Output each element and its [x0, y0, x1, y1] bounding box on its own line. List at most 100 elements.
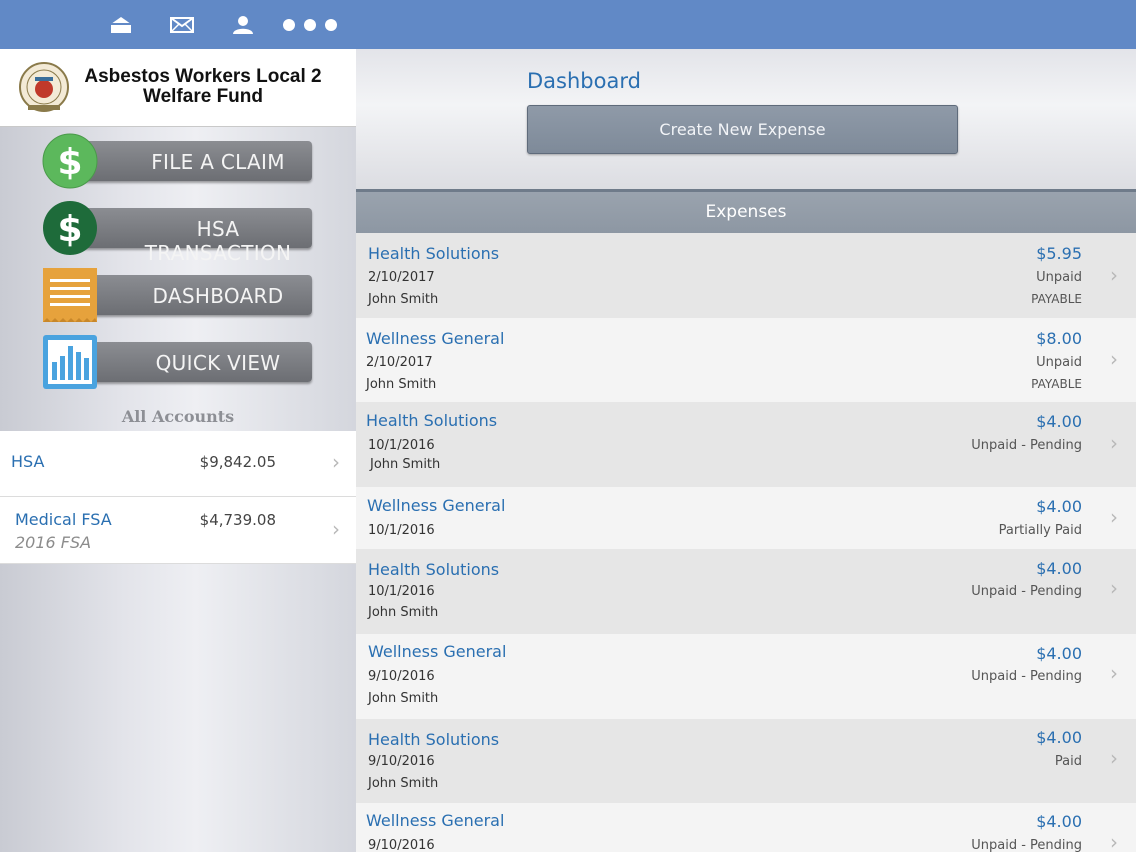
expense-amount: $8.00	[1036, 329, 1082, 348]
accounts-heading: All Accounts	[121, 407, 235, 426]
sidebar: Asbestos Workers Local 2 Welfare Fund FI…	[0, 49, 356, 852]
account-row-hsa[interactable]: HSA $9,842.05 ›	[0, 431, 356, 497]
file-a-claim-button[interactable]: FILE A CLAIM $	[42, 133, 312, 189]
user-icon[interactable]	[230, 12, 256, 38]
org-name-line1: Asbestos Workers Local 2	[84, 66, 322, 87]
expense-payee: Health Solutions	[366, 411, 498, 430]
chevron-right-icon: ›	[1110, 347, 1118, 371]
chevron-right-icon: ›	[1110, 263, 1118, 287]
dashboard-header: Dashboard Create New Expense	[356, 49, 1136, 189]
bar-chart-icon	[42, 334, 98, 390]
expense-person: John Smith	[368, 605, 439, 620]
dollar-icon: $	[42, 200, 98, 256]
expense-amount: $4.00	[1036, 559, 1082, 578]
expense-row[interactable]: Health Solutions 10/1/2016 John Smith $4…	[356, 549, 1136, 634]
main-content: Dashboard Create New Expense Expenses He…	[356, 49, 1136, 852]
org-header: Asbestos Workers Local 2 Welfare Fund	[0, 49, 356, 127]
menu-bar: QUICK VIEW	[74, 342, 312, 382]
account-name: Medical FSA	[15, 510, 112, 529]
expense-payee: Health Solutions	[368, 560, 500, 579]
home-icon[interactable]	[108, 12, 134, 38]
expenses-section-header: Expenses	[356, 189, 1136, 233]
expense-row[interactable]: Wellness General 9/10/2016 $4.00 Unpaid …	[356, 803, 1136, 852]
expense-date: 9/10/2016	[368, 838, 435, 852]
expense-status: Unpaid - Pending	[971, 438, 1082, 453]
expense-amount: $4.00	[1036, 412, 1082, 431]
quick-view-button[interactable]: QUICK VIEW	[42, 334, 312, 390]
hsa-transaction-button[interactable]: HSA TRANSACTION $	[42, 200, 312, 265]
expense-status: Unpaid - Pending	[971, 584, 1082, 599]
expense-payee: Wellness General	[366, 811, 505, 830]
expense-status: Unpaid	[1036, 355, 1082, 370]
svg-text:$: $	[57, 142, 82, 183]
expense-status: Paid	[1054, 754, 1082, 769]
dollar-icon: $	[42, 133, 98, 189]
menu-bar: HSA TRANSACTION	[74, 208, 312, 265]
expense-payable-flag: PAYABLE	[1031, 377, 1082, 391]
account-plan-year: 2016 FSA	[15, 533, 92, 552]
menu-bar: FILE A CLAIM	[74, 141, 312, 181]
expense-row[interactable]: Health Solutions 2/10/2017 John Smith $5…	[356, 233, 1136, 318]
accounts-list: HSA $9,842.05 › Medical FSA $4,739.08 20…	[0, 431, 356, 564]
expense-date: 9/10/2016	[368, 669, 435, 684]
expense-status: Unpaid - Pending	[971, 838, 1082, 852]
menu-label: QUICK VIEW	[155, 351, 281, 375]
expense-row[interactable]: Wellness General 9/10/2016 John Smith $4…	[356, 634, 1136, 719]
expense-payee: Wellness General	[368, 642, 507, 661]
document-icon	[42, 267, 98, 323]
chevron-right-icon: ›	[332, 517, 340, 541]
account-name: HSA	[11, 452, 45, 471]
account-row-medical-fsa[interactable]: Medical FSA $4,739.08 2016 FSA ›	[0, 497, 356, 564]
expense-payable-flag: PAYABLE	[1031, 292, 1082, 306]
expense-payee: Health Solutions	[368, 244, 500, 263]
expense-amount: $4.00	[1036, 812, 1082, 831]
chevron-right-icon: ›	[1110, 661, 1118, 685]
menu-bar: DASHBOARD	[74, 275, 312, 315]
expense-status: Unpaid	[1036, 270, 1082, 285]
menu-label: DASHBOARD	[152, 284, 284, 308]
org-name-line2: Welfare Fund	[143, 86, 263, 107]
expense-amount: $4.00	[1036, 497, 1082, 516]
chevron-right-icon: ›	[1110, 746, 1118, 770]
expense-status: Unpaid - Pending	[971, 669, 1082, 684]
menu-label: FILE A CLAIM	[151, 150, 285, 174]
dashboard-button[interactable]: DASHBOARD	[42, 267, 312, 323]
expense-row[interactable]: Wellness General 10/1/2016 $4.00 Partial…	[356, 487, 1136, 549]
expense-person: John Smith	[366, 377, 437, 392]
expense-date: 10/1/2016	[368, 584, 435, 599]
expense-payee: Wellness General	[367, 496, 506, 515]
top-bar-right	[356, 0, 1136, 49]
expense-row[interactable]: Health Solutions 9/10/2016 John Smith $4…	[356, 719, 1136, 803]
expense-payee: Wellness General	[366, 329, 505, 348]
expense-date: 10/1/2016	[368, 438, 435, 453]
chevron-right-icon: ›	[1110, 576, 1118, 600]
create-new-expense-button[interactable]: Create New Expense	[527, 105, 958, 154]
chevron-right-icon: ›	[332, 450, 340, 474]
chevron-right-icon: ›	[1110, 431, 1118, 455]
expense-date: 10/1/2016	[368, 523, 435, 538]
menu-label: HSA TRANSACTION	[144, 217, 292, 265]
page-title: Dashboard	[527, 69, 641, 93]
expense-amount: $5.95	[1036, 244, 1082, 263]
expense-row[interactable]: Wellness General 2/10/2017 John Smith $8…	[356, 318, 1136, 402]
org-seal-logo	[18, 61, 70, 113]
expense-person: John Smith	[368, 292, 439, 307]
expense-payee: Health Solutions	[368, 730, 500, 749]
expense-date: 9/10/2016	[368, 754, 435, 769]
more-icon[interactable]	[280, 12, 340, 38]
account-balance: $4,739.08	[199, 511, 276, 529]
expense-date: 2/10/2017	[368, 270, 435, 285]
expense-row[interactable]: Health Solutions 10/1/2016 John Smith $4…	[356, 402, 1136, 487]
expense-amount: $4.00	[1036, 644, 1082, 663]
account-balance: $9,842.05	[199, 453, 276, 471]
org-name: Asbestos Workers Local 2 Welfare Fund	[72, 67, 334, 107]
expense-person: John Smith	[368, 691, 439, 706]
mail-icon[interactable]	[169, 12, 195, 38]
top-bar-left	[0, 0, 356, 49]
expense-person: John Smith	[370, 457, 441, 472]
chevron-right-icon: ›	[1110, 505, 1118, 529]
expense-amount: $4.00	[1036, 728, 1082, 747]
expense-person: John Smith	[368, 776, 439, 791]
expense-date: 2/10/2017	[366, 355, 433, 370]
expense-status: Partially Paid	[998, 523, 1082, 538]
